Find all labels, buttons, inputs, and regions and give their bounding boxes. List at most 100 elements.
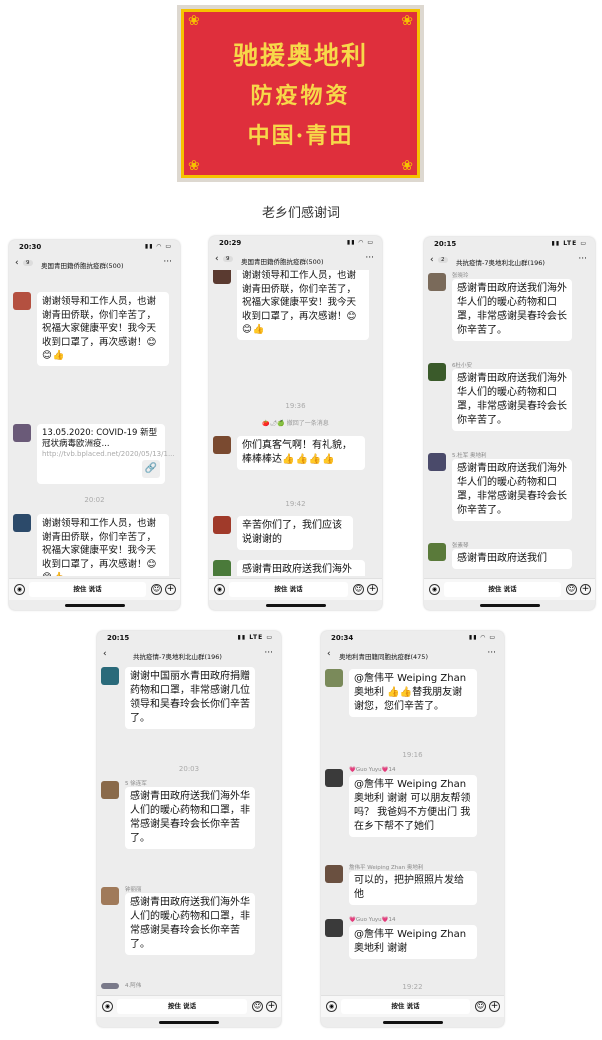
status-bar: 20:34 ▮▮ ◠ ▭ bbox=[321, 631, 504, 645]
avatar[interactable] bbox=[325, 919, 343, 937]
avatar[interactable] bbox=[428, 273, 446, 291]
time-divider: 20:03 bbox=[178, 765, 200, 773]
emoji-icon[interactable]: ☺ bbox=[566, 584, 577, 595]
avatar[interactable] bbox=[213, 270, 231, 284]
message-bubble[interactable]: 感谢青田政府送我们 bbox=[452, 549, 572, 569]
more-icon[interactable]: ··· bbox=[163, 257, 172, 267]
message-bubble[interactable]: 谢谢领导和工作人员，也谢谢青田侨联，你们辛苦了，祝福大家健康平安！我今天收到口罩… bbox=[237, 270, 369, 340]
avatar[interactable] bbox=[325, 865, 343, 883]
chat-title: 共抗疫情-7奥地利北山群(196) bbox=[456, 259, 545, 267]
voice-icon[interactable]: ◉ bbox=[326, 1001, 337, 1012]
signal-lte-battery-icon: ▮▮ LTE ▭ bbox=[237, 634, 273, 641]
hold-to-talk-button[interactable]: 按住 说话 bbox=[117, 999, 247, 1014]
avatar[interactable] bbox=[325, 769, 343, 787]
voice-icon[interactable]: ◉ bbox=[14, 584, 25, 595]
message-bubble[interactable]: 感谢青田政府送我们海外华人们的暖心药物和口罩，非常感谢吴春玲会长你辛苦了。 bbox=[125, 893, 255, 955]
home-indicator bbox=[64, 604, 125, 607]
back-icon[interactable]: ‹ bbox=[215, 254, 219, 264]
avatar[interactable] bbox=[428, 543, 446, 561]
chat-header: ‹ 共抗疫情-7奥地利北山群(196) ··· bbox=[97, 647, 281, 663]
avatar[interactable] bbox=[101, 983, 119, 989]
plus-icon[interactable]: + bbox=[165, 584, 176, 595]
chat-header: ‹ 9 奥国青田籍侨胞抗疫群(500) ··· bbox=[209, 252, 382, 268]
chat-header: ‹ 奥地利青田籍同胞抗疫群(475) ··· bbox=[321, 647, 504, 663]
hold-to-talk-button[interactable]: 按住 说话 bbox=[229, 582, 348, 597]
message-bubble[interactable]: 感谢青田政府送我们海外华人们的暖心药物和口罩，非常感谢吴春玲会长你辛苦了。 bbox=[452, 369, 572, 431]
emoji-icon[interactable]: ☺ bbox=[475, 1001, 486, 1012]
hold-to-talk-button[interactable]: 按住 说话 bbox=[444, 582, 561, 597]
back-icon[interactable]: ‹ bbox=[103, 649, 107, 659]
message-bubble[interactable]: 感谢青田政府送我们海外华人们的暖心药物和口罩，非常感谢吴春玲会长你辛苦了。 bbox=[452, 459, 572, 521]
banner-line-3: 中国·青田 bbox=[247, 123, 354, 149]
chat-title: 奥地利青田籍同胞抗疫群(475) bbox=[339, 653, 428, 661]
phone-screenshot-2: 20:29 ▮▮ ◠ ▭ ‹ 9 奥国青田籍侨胞抗疫群(500) ··· 谢谢领… bbox=[209, 236, 382, 610]
sender-name: 詹伟平 Weiping Zhan 奥地利 bbox=[349, 865, 424, 871]
voice-icon[interactable]: ◉ bbox=[102, 1001, 113, 1012]
time-divider: 19:42 bbox=[285, 500, 306, 508]
avatar[interactable] bbox=[13, 514, 31, 532]
chat-area: 张晓玲 感谢青田政府送我们海外华人们的暖心药物和口罩，非常感谢吴春玲会长你辛苦了… bbox=[424, 271, 595, 576]
avatar[interactable] bbox=[325, 669, 343, 687]
phone-screenshot-1: 20:30 ▮▮ ◠ ▭ ‹ 9 奥国青田籍侨胞抗疫群(500) ··· 谢谢领… bbox=[9, 240, 180, 610]
home-indicator bbox=[479, 604, 540, 607]
emoji-icon[interactable]: ☺ bbox=[151, 584, 162, 595]
hold-to-talk-button[interactable]: 按住 说话 bbox=[341, 999, 470, 1014]
chat-area: @詹伟平 Weiping Zhan 奥地利 👍👍替我朋友谢谢您，您们辛苦了。 1… bbox=[321, 665, 504, 993]
plus-icon[interactable]: + bbox=[367, 584, 378, 595]
recall-notice: 🍅🌶🍏 撤回了一条消息 bbox=[262, 420, 329, 427]
back-icon[interactable]: ‹ bbox=[327, 649, 331, 659]
message-bubble[interactable]: 可以的，把护照照片发给他 bbox=[349, 871, 477, 905]
back-icon[interactable]: ‹ bbox=[15, 258, 19, 268]
time-divider: 19:22 bbox=[402, 983, 423, 991]
status-bar: 20:15 ▮▮ LTE ▭ bbox=[424, 237, 595, 251]
avatar[interactable] bbox=[213, 436, 231, 454]
message-bubble[interactable]: 谢谢领导和工作人员，也谢谢青田侨联，你们辛苦了，祝福大家健康平安！我今天收到口罩… bbox=[37, 292, 169, 366]
message-bubble[interactable]: @詹伟平 Weiping Zhan 奥地利 谢谢 bbox=[349, 925, 477, 959]
emoji-icon[interactable]: ☺ bbox=[353, 584, 364, 595]
plus-icon[interactable]: + bbox=[580, 584, 591, 595]
input-bar: ◉ 按住 说话 ☺ + bbox=[424, 578, 595, 600]
chat-header: ‹ 2 共抗疫情-7奥地利北山群(196) ··· bbox=[424, 253, 595, 269]
message-text: 谢谢领导和工作人员，也谢谢青田侨联，你们辛苦了，祝福大家健康平安！我今天收到口罩… bbox=[42, 296, 157, 348]
corner-ornament-icon: ❀ bbox=[401, 13, 413, 29]
emoji-icon[interactable]: ☺ bbox=[252, 1001, 263, 1012]
message-bubble[interactable]: 感谢青田政府送我们海外华人们的暖心药物和口罩，非常感谢吴春玲会长你辛苦了。 bbox=[125, 787, 255, 849]
plus-icon[interactable]: + bbox=[266, 1001, 277, 1012]
link-card[interactable]: 13.05.2020: COVID-19 新型冠状病毒欧洲疫... http:/… bbox=[37, 424, 175, 484]
avatar[interactable] bbox=[101, 781, 119, 799]
back-icon[interactable]: ‹ bbox=[430, 255, 434, 265]
avatar[interactable] bbox=[13, 424, 31, 442]
message-bubble[interactable]: 感谢青田政府送我们海外华人们的暖心药物和口罩，非常感谢吴春玲会长你辛苦了。 bbox=[452, 279, 572, 341]
avatar[interactable] bbox=[101, 667, 119, 685]
home-indicator bbox=[159, 1021, 219, 1024]
phone-screenshot-5: 20:34 ▮▮ ◠ ▭ ‹ 奥地利青田籍同胞抗疫群(475) ··· @詹伟平… bbox=[321, 631, 504, 1027]
chat-title: 共抗疫情-7奥地利北山群(196) bbox=[133, 653, 222, 661]
avatar[interactable] bbox=[101, 887, 119, 905]
plus-icon[interactable]: + bbox=[489, 1001, 500, 1012]
message-bubble[interactable]: 谢谢中国丽水青田政府捐赠药物和口罩，非常感谢几位领导和吴春玲会长你们辛苦了。 bbox=[125, 667, 255, 729]
voice-icon[interactable]: ◉ bbox=[214, 584, 225, 595]
corner-ornament-icon: ❀ bbox=[188, 158, 200, 174]
red-banner: ❀ ❀ ❀ ❀ 驰援奥地利 防疫物资 中国·青田 bbox=[181, 9, 420, 178]
more-icon[interactable]: ··· bbox=[578, 254, 587, 264]
avatar[interactable] bbox=[428, 363, 446, 381]
more-icon[interactable]: ··· bbox=[264, 648, 273, 658]
phone-screenshot-3: 20:15 ▮▮ LTE ▭ ‹ 2 共抗疫情-7奥地利北山群(196) ···… bbox=[424, 237, 595, 610]
hold-to-talk-button[interactable]: 按住 说话 bbox=[29, 582, 146, 597]
message-bubble[interactable]: @詹伟平 Weiping Zhan 奥地利 👍👍替我朋友谢谢您，您们辛苦了。 bbox=[349, 669, 477, 717]
message-bubble[interactable]: 感谢青田政府送我们海外华人们的暖心包，温暖人心！让我 bbox=[237, 560, 365, 576]
avatar[interactable] bbox=[213, 560, 231, 576]
avatar[interactable] bbox=[13, 292, 31, 310]
message-bubble[interactable]: 辛苦你们了，我们应该说谢谢的 bbox=[237, 516, 353, 550]
avatar[interactable] bbox=[213, 516, 231, 534]
sender-name: 💗Guo Yuyu💗14 bbox=[349, 767, 396, 773]
voice-icon[interactable]: ◉ bbox=[429, 584, 440, 595]
input-bar: ◉ 按住 说话 ☺ + bbox=[321, 995, 504, 1017]
message-bubble[interactable]: 你们真客气啊！有礼貌，棒棒棒达👍👍👍👍 bbox=[237, 436, 365, 470]
message-bubble[interactable]: @詹伟平 Weiping Zhan 奥地利 谢谢 可以朋友帮领吗？ 我爸妈不方便… bbox=[349, 775, 477, 837]
more-icon[interactable]: ··· bbox=[365, 253, 374, 263]
more-icon[interactable]: ··· bbox=[487, 648, 496, 658]
message-bubble[interactable]: 谢谢领导和工作人员，也谢谢青田侨联，你们辛苦了，祝福大家健康平安！我今天收到口罩… bbox=[37, 514, 169, 576]
sender-name: 5 徐连军 bbox=[125, 781, 147, 787]
avatar[interactable] bbox=[428, 453, 446, 471]
